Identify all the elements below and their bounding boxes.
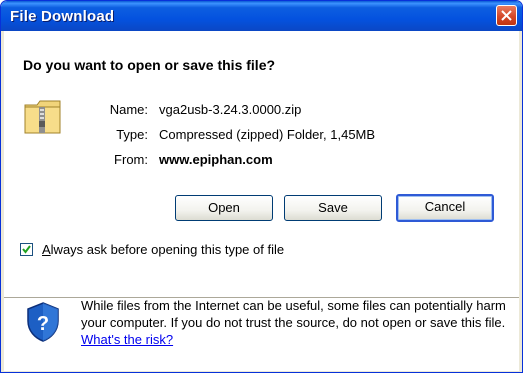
title-bar[interactable]: File Download bbox=[1, 1, 522, 31]
name-label: Name: bbox=[109, 102, 148, 117]
zip-folder-icon bbox=[24, 100, 61, 134]
security-warning-panel: ? While files from the Internet can be u… bbox=[4, 297, 519, 371]
from-label: From: bbox=[114, 152, 148, 167]
file-info-panel: Do you want to open or save this file? N… bbox=[4, 31, 519, 297]
always-ask-label-text: lways ask before opening this type of fi… bbox=[50, 242, 285, 257]
checkmark-icon bbox=[22, 245, 31, 254]
question-heading: Do you want to open or save this file? bbox=[23, 57, 276, 73]
type-value: Compressed (zipped) Folder, 1,45MB bbox=[159, 127, 376, 142]
type-label: Type: bbox=[116, 127, 148, 142]
name-value: vga2usb-3.24.3.0000.zip bbox=[159, 102, 302, 117]
open-button-label: pen bbox=[218, 200, 240, 215]
save-button-label: ave bbox=[326, 200, 348, 215]
svg-text:?: ? bbox=[37, 313, 49, 335]
from-value: www.epiphan.com bbox=[159, 152, 273, 167]
close-button[interactable] bbox=[496, 5, 517, 26]
cancel-button[interactable]: Cancel bbox=[396, 194, 494, 222]
warning-message: While files from the Internet can be use… bbox=[81, 298, 506, 330]
open-button[interactable]: Open bbox=[175, 195, 273, 221]
always-ask-checkbox[interactable] bbox=[20, 243, 33, 256]
whats-the-risk-link[interactable]: What's the risk? bbox=[81, 332, 173, 347]
window-title: File Download bbox=[10, 8, 115, 25]
shield-question-icon: ? bbox=[27, 302, 59, 342]
save-button-accesskey: S bbox=[318, 200, 327, 215]
save-button[interactable]: Save bbox=[284, 195, 382, 221]
always-ask-label[interactable]: Always ask before opening this type of f… bbox=[42, 242, 284, 257]
security-warning-text: While files from the Internet can be use… bbox=[81, 297, 513, 348]
open-button-accesskey: O bbox=[208, 200, 219, 215]
always-ask-accesskey: A bbox=[42, 242, 51, 257]
file-download-dialog: File Download Do you want to open or sav… bbox=[0, 0, 523, 373]
close-icon bbox=[501, 10, 512, 21]
cancel-button-label: Cancel bbox=[424, 199, 466, 214]
